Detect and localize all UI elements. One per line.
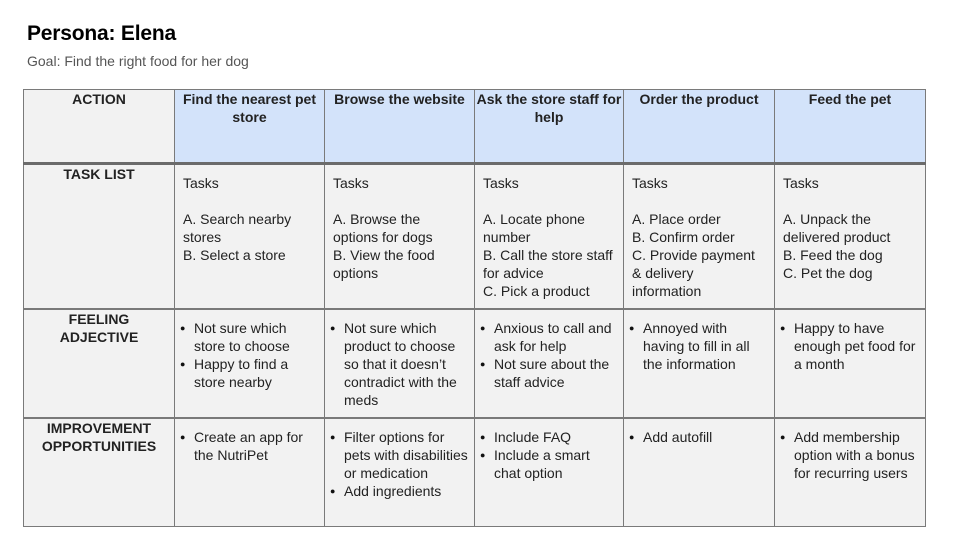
- feeling-item-list: Happy to have enough pet food for a mont…: [775, 310, 925, 379]
- tasks-label: Tasks: [483, 175, 519, 191]
- task-item: C. Pet the dog: [783, 265, 873, 281]
- task-item: A. Search nearby stores: [183, 211, 292, 245]
- feeling-row: FEELING ADJECTIVE Not sure which store t…: [23, 308, 926, 419]
- feeling-item: Not sure which product to choose so that…: [330, 319, 468, 409]
- improvement-item-bullets: Add autofill: [629, 428, 768, 446]
- task-item: B. Confirm order: [632, 229, 735, 245]
- persona-goal: Goal: Find the right food for her dog: [27, 53, 249, 69]
- improvement-cell: Add membership option with a bonus for r…: [774, 417, 926, 527]
- journey-map-table: ACTION Find the nearest pet store Browse…: [23, 89, 926, 527]
- improvement-item-bullets: Add membership option with a bonus for r…: [780, 428, 919, 482]
- feeling-item-bullets: Annoyed with having to fill in all the i…: [629, 319, 768, 373]
- persona-title: Persona: Elena: [27, 22, 176, 45]
- feeling-item-bullets: Not sure which product to choose so that…: [330, 319, 468, 409]
- improvement-cell: Include FAQInclude a smart chat option: [474, 417, 624, 527]
- tasks-label: Tasks: [333, 175, 369, 191]
- task-item: B. View the food options: [333, 247, 435, 281]
- task-item: C. Pick a product: [483, 283, 590, 299]
- task-item: A. Unpack the delivered product: [783, 211, 891, 245]
- feeling-item: Not sure about the staff advice: [480, 355, 617, 391]
- improvement-cell: Add autofill: [623, 417, 775, 527]
- task-item: B. Feed the dog: [783, 247, 883, 263]
- action-header: Ask the store staff for help: [474, 89, 624, 165]
- feeling-item-list: Anxious to call and ask for helpNot sure…: [475, 310, 623, 397]
- task-item: C. Provide payment & delivery informatio…: [632, 247, 755, 299]
- improvement-item: Add membership option with a bonus for r…: [780, 428, 919, 482]
- task-list: Tasks A. Search nearby stores B. Select a …: [175, 165, 324, 270]
- task-cell: Tasks A. Search nearby stores B. Select a …: [174, 163, 325, 310]
- improvement-item-list: Add membership option with a bonus for r…: [775, 419, 925, 488]
- feeling-item-list: Not sure which store to chooseHappy to f…: [175, 310, 324, 397]
- feeling-item-list: Annoyed with having to fill in all the i…: [624, 310, 774, 379]
- improvement-item: Filter options for pets with disabilitie…: [330, 428, 468, 482]
- task-item: B. Call the store staff for advice: [483, 247, 613, 281]
- feeling-item: Not sure which store to choose: [180, 319, 318, 355]
- row-header-feeling: FEELING ADJECTIVE: [23, 308, 175, 419]
- feeling-cell: Happy to have enough pet food for a mont…: [774, 308, 926, 419]
- task-cell: Tasks A. Unpack the delivered product B. F…: [774, 163, 926, 310]
- task-list: Tasks A. Browse the options for dogs B. Vi…: [325, 165, 474, 288]
- row-header-improvement-line1: IMPROVEMENT: [46, 419, 152, 436]
- task-item: A. Browse the options for dogs: [333, 211, 433, 245]
- feeling-item: Happy to find a store nearby: [180, 355, 318, 391]
- task-list-row: TASK LIST Tasks A. Search nearby stores B.…: [23, 163, 926, 310]
- improvement-cell: Create an app for the NutriPet: [174, 417, 325, 527]
- feeling-cell: Not sure which product to choose so that…: [324, 308, 475, 419]
- feeling-cell: Not sure which store to chooseHappy to f…: [174, 308, 325, 419]
- task-list: Tasks A. Locate phone number B. Call the s…: [475, 165, 623, 306]
- tasks-label: Tasks: [183, 175, 219, 191]
- task-cell: Tasks A. Place order B. Confirm order C. Pr…: [623, 163, 775, 310]
- feeling-item-bullets: Anxious to call and ask for helpNot sure…: [480, 319, 617, 391]
- action-header: Feed the pet: [774, 89, 926, 165]
- feeling-cell: Anxious to call and ask for helpNot sure…: [474, 308, 624, 419]
- task-list: Tasks A. Unpack the delivered product B. F…: [775, 165, 925, 288]
- improvement-item-list: Include FAQInclude a smart chat option: [475, 419, 623, 488]
- row-header-task-list: TASK LIST: [23, 163, 175, 310]
- feeling-item: Happy to have enough pet food for a mont…: [780, 319, 919, 373]
- feeling-item: Anxious to call and ask for help: [480, 319, 617, 355]
- improvement-item: Include FAQ: [480, 428, 617, 446]
- row-header-action: ACTION: [23, 89, 175, 165]
- improvement-item-bullets: Create an app for the NutriPet: [180, 428, 318, 464]
- action-header: Order the product: [623, 89, 775, 165]
- task-cell: Tasks A. Browse the options for dogs B. Vi…: [324, 163, 475, 310]
- tasks-label: Tasks: [783, 175, 819, 191]
- row-header-improvement: IMPROVEMENT OPPORTUNITIES: [23, 417, 175, 527]
- task-item: B. Select a store: [183, 247, 286, 263]
- improvement-item-list: Add autofill: [624, 419, 774, 452]
- row-header-feeling-line1: FEELING: [68, 310, 130, 327]
- action-row: ACTION Find the nearest pet store Browse…: [23, 89, 926, 165]
- improvement-item: Add ingredients: [330, 482, 468, 500]
- action-header: Browse the website: [324, 89, 475, 165]
- improvement-item-bullets: Include FAQInclude a smart chat option: [480, 428, 617, 482]
- improvement-item: Include a smart chat option: [480, 446, 617, 482]
- feeling-item-bullets: Not sure which store to chooseHappy to f…: [180, 319, 318, 391]
- row-header-feeling-line2: ADJECTIVE: [59, 328, 139, 345]
- feeling-cell: Annoyed with having to fill in all the i…: [623, 308, 775, 419]
- feeling-item-bullets: Happy to have enough pet food for a mont…: [780, 319, 919, 373]
- task-item: A. Place order: [632, 211, 721, 227]
- tasks-label: Tasks: [632, 175, 668, 191]
- improvement-item: Add autofill: [629, 428, 768, 446]
- improvement-item: Create an app for the NutriPet: [180, 428, 318, 464]
- improvement-row: IMPROVEMENT OPPORTUNITIES Create an app …: [23, 417, 926, 527]
- task-list: Tasks A. Place order B. Confirm order C. Pr…: [624, 165, 774, 306]
- row-header-improvement-line2: OPPORTUNITIES: [41, 437, 157, 454]
- improvement-item-list: Create an app for the NutriPet: [175, 419, 324, 470]
- feeling-item: Annoyed with having to fill in all the i…: [629, 319, 768, 373]
- improvement-cell: Filter options for pets with disabilitie…: [324, 417, 475, 527]
- feeling-item-list: Not sure which product to choose so that…: [325, 310, 474, 415]
- task-item: A. Locate phone number: [483, 211, 585, 245]
- improvement-item-list: Filter options for pets with disabilitie…: [325, 419, 474, 506]
- task-cell: Tasks A. Locate phone number B. Call the s…: [474, 163, 624, 310]
- improvement-item-bullets: Filter options for pets with disabilitie…: [330, 428, 468, 500]
- action-header: Find the nearest pet store: [174, 89, 325, 165]
